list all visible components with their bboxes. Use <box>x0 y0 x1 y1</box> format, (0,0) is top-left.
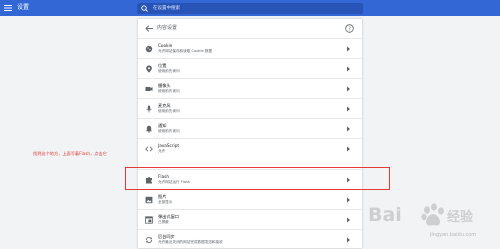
bell-icon <box>146 125 152 133</box>
chevron-right-icon <box>347 106 350 112</box>
row-title: JavaScript <box>158 143 179 148</box>
row-subtitle: 已屏蔽 <box>158 220 169 224</box>
row-camera[interactable]: 摄像头 使用前先询问 <box>138 78 362 98</box>
row-microphone[interactable]: 麦克风 使用前先询问 <box>138 98 362 118</box>
row-javascript[interactable]: JavaScript 允许 <box>138 138 362 158</box>
row-title: 通知 <box>158 123 167 128</box>
row-subtitle: 使用前先询问 <box>158 69 180 73</box>
search-placeholder: 在设置中搜索 <box>153 6 180 11</box>
app-title: 设置 <box>17 4 30 11</box>
row-title: 后台同步 <box>158 234 175 239</box>
row-images[interactable]: 图片 全部显示 <box>138 189 362 209</box>
row-subtitle: 全部显示 <box>158 200 173 204</box>
row-subtitle: 允许网站保存和读取 Cookie 数据 <box>158 49 213 53</box>
row-subtitle: 使用前先询问 <box>158 89 180 93</box>
row-title: 麦克风 <box>158 103 171 108</box>
chevron-right-icon <box>347 146 350 152</box>
row-title: 位置 <box>158 63 167 68</box>
flash-highlight-box <box>125 167 390 190</box>
row-title: 摄像头 <box>158 83 171 88</box>
chevron-right-icon <box>347 217 350 223</box>
watermark-brand: Bai <box>368 204 402 226</box>
row-subtitle: 使用前先询问 <box>158 109 180 113</box>
row-location[interactable]: 位置 使用前先询问 <box>138 58 362 78</box>
chevron-right-icon <box>347 126 350 132</box>
search-icon <box>141 5 148 12</box>
microphone-icon <box>146 105 152 113</box>
sync-icon <box>145 237 153 243</box>
page-title: 内容设置 <box>157 25 178 31</box>
arrow-back-icon[interactable] <box>145 25 153 32</box>
row-title: 图片 <box>158 194 167 199</box>
watermark-url: jingyan.baidu.com <box>430 232 477 238</box>
row-notifications[interactable]: 通知 使用前先询问 <box>138 118 362 138</box>
card-header: 内容设置 ? <box>138 19 362 38</box>
chevron-right-icon <box>347 237 350 243</box>
row-subtitle: 允许最近关闭的网站完成数据发送和接收 <box>158 240 223 244</box>
code-icon <box>145 146 153 152</box>
row-cookie[interactable]: Cookie 允许网站保存和读取 Cookie 数据 <box>138 38 362 58</box>
chevron-right-icon <box>347 197 350 203</box>
watermark-jingyan: 经验 <box>447 210 474 225</box>
cookie-icon <box>145 45 153 53</box>
menu-icon[interactable] <box>4 4 12 12</box>
instruction-annotation: 找到这个地方，上面写着Flash，点击它 <box>33 151 107 156</box>
settings-search-input[interactable]: 在设置中搜索 <box>137 3 363 14</box>
svg-text:?: ? <box>348 26 351 32</box>
camera-icon <box>145 87 153 91</box>
image-icon <box>145 196 153 204</box>
popup-icon <box>145 216 153 224</box>
row-subtitle: 允许 <box>158 149 166 153</box>
baidu-paw-logo <box>421 203 444 226</box>
chevron-right-icon <box>347 86 350 92</box>
row-subtitle: 使用前先询问 <box>158 129 180 133</box>
top-app-bar: 设置 在设置中搜索 <box>0 0 500 16</box>
chevron-right-icon <box>347 66 350 72</box>
content-settings-card: 内容设置 ? Cookie 允许网站保存和读取 Cookie 数据 位置 使用前… <box>138 19 362 248</box>
row-popups[interactable]: 弹出式窗口 已屏蔽 <box>138 209 362 229</box>
help-icon[interactable]: ? <box>345 24 354 33</box>
row-background-sync[interactable]: 后台同步 允许最近关闭的网站完成数据发送和接收 <box>138 229 362 249</box>
chevron-right-icon <box>347 46 350 52</box>
row-title: Cookie <box>158 43 173 48</box>
row-title: 弹出式窗口 <box>158 214 179 219</box>
location-icon <box>146 65 152 73</box>
